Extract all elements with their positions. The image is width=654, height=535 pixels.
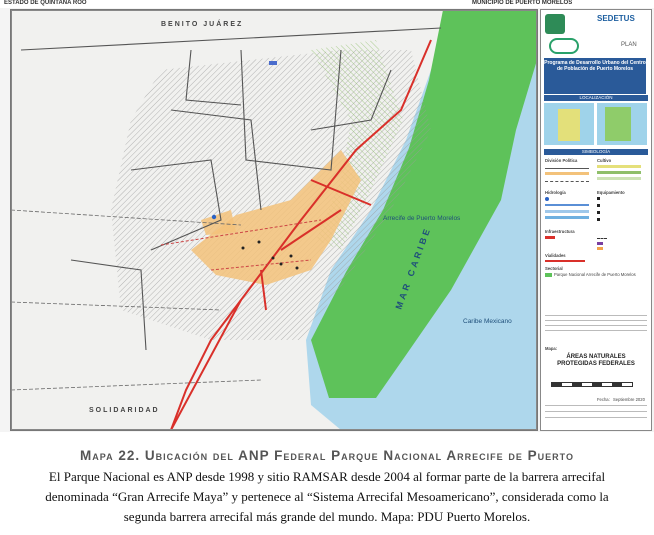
legend-equipamiento-items [597, 197, 641, 225]
map-svg: BENITO JUÁREZ SOLIDARIDAD Arrecife de Pu… [11, 10, 537, 430]
label-benito-juarez: BENITO JUÁREZ [161, 19, 243, 28]
map-canvas: BENITO JUÁREZ SOLIDARIDAD Arrecife de Pu… [10, 9, 538, 431]
legend-division-items [545, 165, 589, 185]
water-body [269, 61, 277, 65]
legend-vialidad-line [545, 260, 585, 262]
legend-panel: SEDETUS PLAN Programa de Desarrollo Urba… [540, 9, 652, 431]
footer-table [545, 405, 647, 425]
legend-hidrologia-items [545, 197, 589, 225]
legend-header-cultivo: Cultivo [597, 158, 612, 163]
caption-body: El Parque Nacional es ANP desde 1998 y s… [45, 469, 609, 524]
label-solidaridad: SOLIDARIDAD [89, 407, 160, 414]
fecha-label: Fecha: [597, 397, 610, 402]
map-header: ESTADO DE QUINTANA ROO MUNICIPIO DE PUER… [0, 0, 654, 8]
location-map-2 [597, 103, 647, 145]
location-map-1 [544, 103, 594, 145]
legend-header-hidrologia: Hidrología [545, 190, 566, 195]
sedetus-logo: SEDETUS [597, 14, 635, 23]
legend-header-equipamiento: Equipamiento [597, 190, 625, 195]
legend-cultivo-items [597, 165, 641, 185]
fecha-value: Septiembre 2020 [613, 397, 645, 402]
label-caribe-mexicano: Caribe Mexicano [463, 318, 512, 325]
simbologia-header: SIMBOLOGÍA [544, 149, 648, 155]
legend-header-infraestructura: Infraestructura [545, 229, 575, 234]
state-logo-icon [545, 14, 565, 34]
municipality-label: MUNICIPIO DE PUERTO MORELOS [472, 0, 573, 6]
legend-anp-swatch [545, 273, 552, 277]
plan-logo: PLAN [621, 42, 637, 48]
legend-infraestructura-items [545, 236, 645, 250]
figure-caption: Mapa 22. Ubicación del ANP Federal Parqu… [0, 448, 654, 527]
program-title: Programa de Desarrollo Urbano del Centro… [544, 58, 646, 94]
legend-header-division: División Política [545, 158, 578, 163]
map-figure: ESTADO DE QUINTANA ROO MUNICIPIO DE PUER… [0, 0, 654, 432]
source-notes [545, 315, 647, 341]
legend-anp-label: Parque Nacional Arrecife de Puerto Morel… [554, 272, 636, 277]
mapa-title: ÁREAS NATURALES PROTEGIDAS FEDERALES [557, 354, 635, 367]
legend-header-vialidades: Vialidades [545, 253, 566, 258]
water-point [211, 214, 217, 220]
scale-bar [551, 382, 633, 387]
label-arrecife: Arrecife de Puerto Morelos [383, 215, 461, 222]
legend-header-sectorial: Sectorial [545, 266, 563, 271]
state-label: ESTADO DE QUINTANA ROO [4, 0, 87, 6]
caption-title: Mapa 22. Ubicación del ANP Federal Parqu… [80, 448, 574, 463]
mapa-label: Mapa: [545, 346, 558, 351]
infinity-logo-icon [549, 38, 579, 54]
localizacion-header: LOCALIZACIÓN [544, 95, 648, 101]
